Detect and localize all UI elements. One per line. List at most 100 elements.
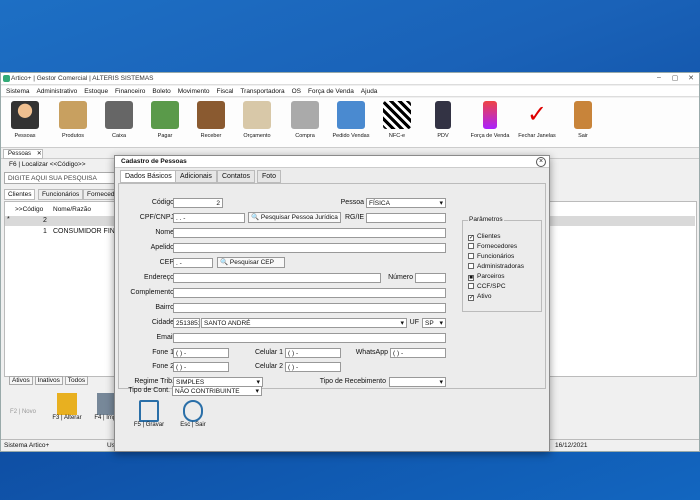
- toolbar-receber-button[interactable]: Receber: [187, 101, 235, 145]
- administradoras-checkbox[interactable]: Administradoras: [468, 263, 524, 270]
- tab-adicionais[interactable]: Adicionais: [175, 170, 217, 183]
- menu-item-sistema[interactable]: Sistema: [6, 86, 29, 97]
- toolbar-produtos-button[interactable]: Produtos: [49, 101, 97, 145]
- checkmark-icon: ✓: [526, 101, 548, 128]
- tab-pessoas[interactable]: Pessoas ✕: [3, 149, 43, 159]
- close-icon[interactable]: ✕: [685, 74, 697, 84]
- bairro-label: Bairro: [155, 304, 174, 311]
- cidade-label: Cidade: [151, 319, 174, 326]
- fone2-field[interactable]: ( ) -: [173, 362, 229, 372]
- checkbox-box[interactable]: ✓: [468, 235, 474, 241]
- bairro-field[interactable]: [173, 303, 446, 313]
- toolbar-caixa-button[interactable]: Caixa: [95, 101, 143, 145]
- uf-label: UF: [409, 319, 419, 326]
- toolbar-sair-button[interactable]: Sair: [559, 101, 607, 145]
- toolbar-compra-button[interactable]: Compra: [281, 101, 329, 145]
- email-field[interactable]: [173, 333, 446, 343]
- toolbar-pdv-button[interactable]: PDV: [419, 101, 467, 145]
- menu-item-forca-venda[interactable]: Força de Venda: [308, 86, 354, 97]
- maximize-icon[interactable]: ▢: [669, 74, 681, 84]
- ccf-spc-checkbox[interactable]: CCF/SPC: [468, 283, 506, 290]
- status-date: 16/12/2021: [555, 442, 588, 449]
- tab-clientes[interactable]: Clientes: [4, 189, 36, 200]
- pessoa-select[interactable]: FÍSICA: [366, 198, 446, 208]
- toolbar-pessoas-button[interactable]: Pessoas: [1, 101, 49, 145]
- numero-field[interactable]: [415, 273, 446, 283]
- menu-item-estoque[interactable]: Estoque: [84, 86, 108, 97]
- gravar-button[interactable]: F5 | Gravar: [129, 400, 169, 428]
- celular2-field[interactable]: ( ) -: [285, 362, 341, 372]
- minimize-icon[interactable]: –: [653, 74, 665, 84]
- toolbar-fechar-janelas-button[interactable]: ✓ Fechar Janelas: [513, 101, 561, 145]
- menu-item-boleto[interactable]: Boleto: [152, 86, 170, 97]
- novo-button[interactable]: F2 | Novo: [3, 409, 43, 415]
- menu-item-movimento[interactable]: Movimento: [178, 86, 210, 97]
- nome-field[interactable]: [173, 228, 446, 238]
- parametros-group: Parâmetros ✓ Clientes Fornecedores Funcio…: [462, 216, 542, 312]
- cidade-code-field[interactable]: 2513851: [173, 318, 200, 328]
- funcionarios-checkbox[interactable]: Funcionários: [468, 253, 514, 260]
- menu-item-fiscal[interactable]: Fiscal: [216, 86, 233, 97]
- app-logo: [3, 75, 10, 82]
- exit-door-icon: [574, 101, 592, 129]
- desktop-taskbar: [0, 452, 700, 500]
- menu-item-os[interactable]: OS: [292, 86, 301, 97]
- endereco-label: Endereço: [144, 274, 174, 281]
- clientes-checkbox[interactable]: ✓ Clientes: [468, 233, 500, 241]
- pessoa-label: Pessoa: [340, 199, 364, 206]
- fone1-label: Fone 1: [152, 349, 174, 356]
- alterar-button[interactable]: F3 | Alterar: [47, 393, 87, 421]
- endereco-field[interactable]: [173, 273, 381, 283]
- sair-button[interactable]: Esc | Sair: [173, 400, 213, 428]
- card-machine-icon: [435, 101, 451, 129]
- toolbar-pedido-vendas-button[interactable]: Pedido Vendas: [327, 101, 375, 145]
- cep-field[interactable]: . -: [173, 258, 213, 268]
- nome-label: Nome: [155, 229, 174, 236]
- checkbox-box[interactable]: [468, 283, 474, 289]
- rgie-field[interactable]: [366, 213, 446, 223]
- qr-code-icon: [383, 101, 411, 129]
- uf-select[interactable]: SP: [422, 318, 446, 328]
- tab-inativos[interactable]: Inativos: [34, 376, 63, 385]
- toolbar-forca-venda-button[interactable]: Força de Venda: [466, 101, 514, 145]
- checkbox-box[interactable]: [468, 263, 474, 269]
- checkbox-box[interactable]: [468, 243, 474, 249]
- menu-item-administrativo[interactable]: Administrativo: [36, 86, 77, 97]
- menu-item-transportadora[interactable]: Transportadora: [240, 86, 284, 97]
- apelido-field[interactable]: [173, 243, 446, 253]
- close-icon[interactable]: ×: [536, 157, 546, 167]
- edit-icon: [57, 393, 77, 415]
- complemento-field[interactable]: [173, 288, 446, 298]
- rgie-label: RG/IE: [344, 214, 364, 221]
- checkbox-box[interactable]: ✓: [468, 295, 474, 301]
- toolbar-orcamento-button[interactable]: Orçamento: [233, 101, 281, 145]
- whatsapp-field[interactable]: ( ) -: [390, 348, 446, 358]
- menu-item-ajuda[interactable]: Ajuda: [361, 86, 378, 97]
- fone1-field[interactable]: ( ) -: [173, 348, 229, 358]
- tipo-recebimento-select[interactable]: [389, 377, 446, 387]
- ativo-checkbox[interactable]: ✓ Ativo: [468, 293, 491, 301]
- tab-foto[interactable]: Foto: [257, 170, 282, 183]
- tab-contatos[interactable]: Contatos: [217, 170, 256, 183]
- tab-dados-basicos[interactable]: Dados Básicos: [120, 170, 177, 183]
- search-icon: 🔍: [220, 259, 229, 266]
- tab-funcionarios[interactable]: Funcionários: [38, 189, 84, 200]
- menu-item-financeiro[interactable]: Financeiro: [115, 86, 145, 97]
- tab-close-icon[interactable]: ✕: [37, 151, 42, 157]
- checkbox-box[interactable]: [468, 253, 474, 259]
- toolbar-nfce-button[interactable]: NFC-e: [373, 101, 421, 145]
- search-input[interactable]: DIGITE AQUI SUA PESQUISA: [4, 172, 116, 184]
- tipo-cont-select[interactable]: NÃO CONTRIBUINTE: [172, 386, 262, 396]
- status-text: Sistema Artico+: [4, 442, 50, 449]
- pesquisar-cep-button[interactable]: 🔍 Pesquisar CEP: [217, 257, 285, 268]
- fornecedores-checkbox[interactable]: Fornecedores: [468, 243, 517, 250]
- tab-todos[interactable]: Todos: [64, 376, 89, 385]
- tab-ativos[interactable]: Ativos: [9, 376, 33, 385]
- codigo-field[interactable]: 2: [173, 198, 223, 208]
- cpf-field[interactable]: . . -: [173, 213, 245, 223]
- checkbox-box[interactable]: ■: [468, 275, 474, 281]
- toolbar-pagar-button[interactable]: Pagar: [141, 101, 189, 145]
- parceiros-checkbox[interactable]: ■ Parceiros: [468, 273, 504, 281]
- col-codigo[interactable]: >>Código: [15, 206, 43, 213]
- col-nome[interactable]: Nome/Razão: [53, 206, 91, 213]
